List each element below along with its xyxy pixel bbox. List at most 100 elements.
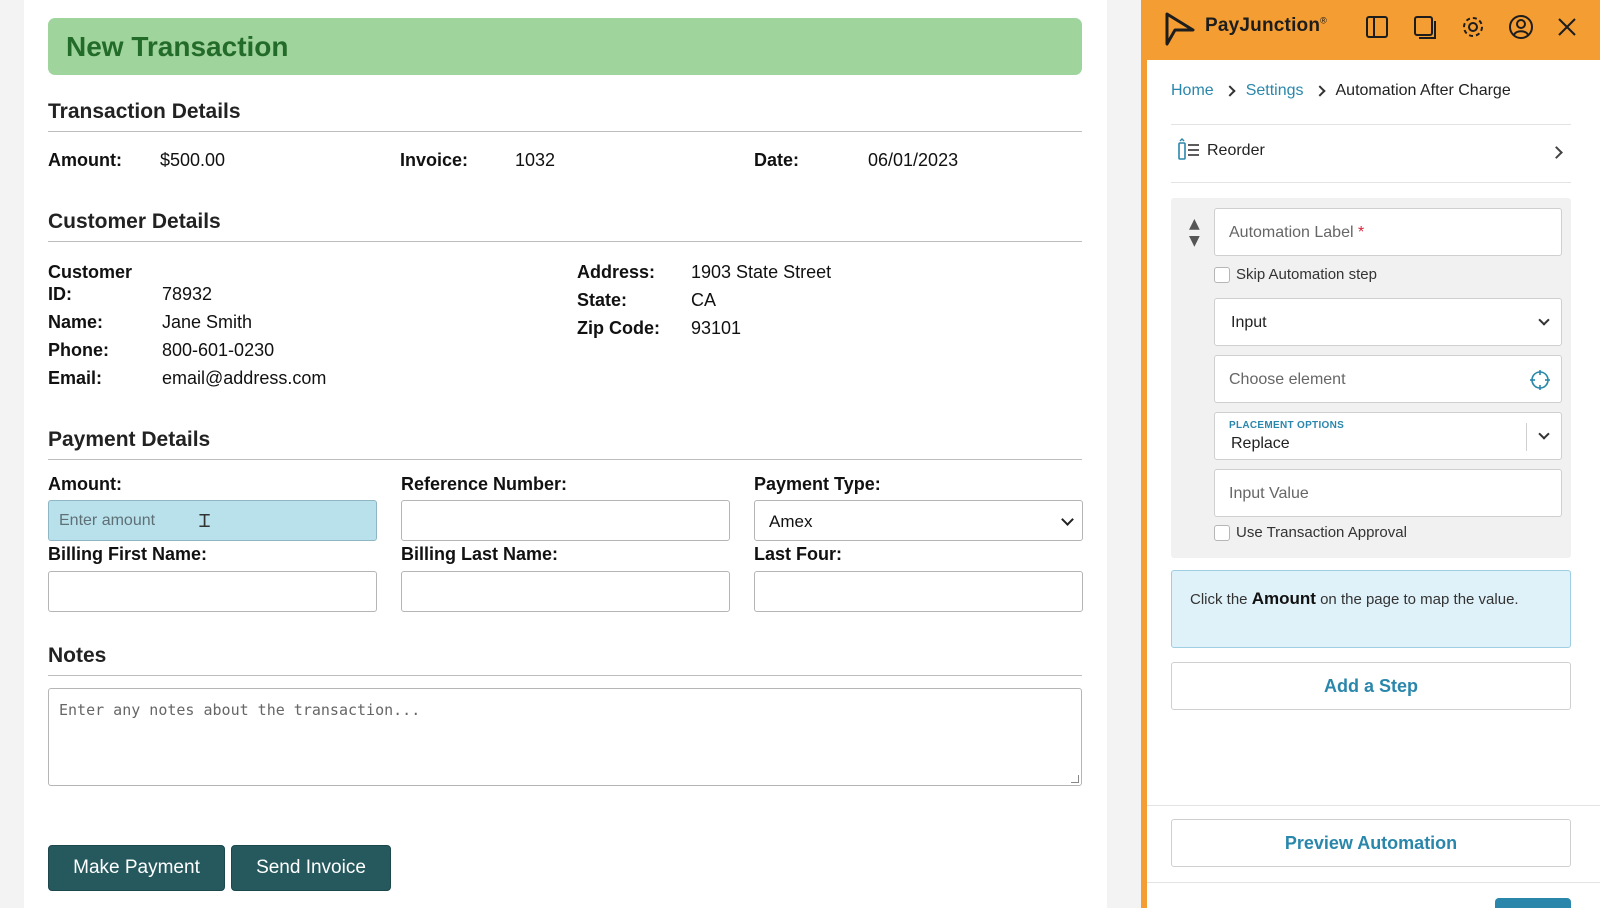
action-type-value: Input bbox=[1231, 314, 1267, 331]
email-value: email@address.com bbox=[162, 368, 327, 388]
email-label: Email: bbox=[48, 368, 103, 388]
user-account-icon[interactable] bbox=[1507, 13, 1535, 41]
address-label: Address: bbox=[577, 262, 656, 282]
date-value: 06/01/2023 bbox=[868, 150, 959, 170]
address-value: 1903 State Street bbox=[691, 262, 832, 282]
billing-last-name-input[interactable] bbox=[401, 571, 730, 612]
resize-handle-icon[interactable] bbox=[1071, 775, 1079, 783]
step-move-arrows: ▲ ▼ bbox=[1189, 216, 1200, 250]
payjunction-logo-icon bbox=[1165, 12, 1195, 46]
billing-first-name-label: Billing First Name: bbox=[48, 544, 208, 564]
zip-value: 93101 bbox=[691, 318, 742, 338]
customer-id-label-line2: ID: bbox=[48, 284, 72, 304]
page-title: New Transaction bbox=[66, 31, 289, 62]
billing-first-name-input[interactable] bbox=[48, 571, 377, 612]
name-label: Name: bbox=[48, 312, 104, 332]
choose-element-placeholder: Choose element bbox=[1229, 371, 1346, 388]
phone-label: Phone: bbox=[48, 340, 109, 360]
payment-type-label: Payment Type: bbox=[754, 474, 881, 494]
text-cursor-icon: Ꮖ bbox=[199, 511, 211, 532]
automation-label-input[interactable]: Automation Label * bbox=[1214, 208, 1562, 256]
last-four-label: Last Four: bbox=[754, 544, 842, 564]
last-four-input[interactable] bbox=[754, 571, 1083, 612]
divider bbox=[1171, 182, 1571, 183]
preview-automation-button[interactable]: Preview Automation bbox=[1171, 819, 1571, 867]
placement-options-label: PLACEMENT OPTIONS bbox=[1229, 420, 1345, 431]
zip-label: Zip Code: bbox=[577, 318, 660, 338]
chevron-right-icon bbox=[1313, 85, 1326, 97]
automation-label-placeholder: Automation Label * bbox=[1229, 224, 1364, 242]
customer-details-heading: Customer Details bbox=[48, 210, 221, 233]
payment-type-value: Amex bbox=[769, 512, 813, 531]
move-up-icon[interactable]: ▲ bbox=[1189, 216, 1200, 233]
payment-amount-label: Amount: bbox=[48, 474, 122, 494]
invoice-value: 1032 bbox=[515, 150, 556, 170]
transaction-approval-checkbox[interactable]: Use Transaction Approval bbox=[1214, 524, 1407, 541]
panel-body: Home Settings Automation After Charge Re… bbox=[1147, 60, 1600, 908]
close-icon[interactable] bbox=[1553, 13, 1581, 41]
popout-window-icon[interactable] bbox=[1411, 13, 1439, 41]
make-payment-button[interactable]: Make Payment bbox=[48, 845, 225, 891]
notes-textarea[interactable]: Enter any notes about the transaction... bbox=[48, 688, 1082, 786]
move-down-icon[interactable]: ▼ bbox=[1189, 233, 1200, 250]
choose-element-input[interactable]: Choose element bbox=[1214, 355, 1562, 403]
gear-icon[interactable] bbox=[1459, 13, 1487, 41]
placement-options-select[interactable]: PLACEMENT OPTIONS Replace bbox=[1214, 412, 1562, 460]
divider bbox=[48, 675, 1082, 676]
panel-header: PayJunction® bbox=[1141, 0, 1600, 60]
reorder-list-icon bbox=[1178, 138, 1199, 160]
notes-heading: Notes bbox=[48, 644, 107, 667]
transaction-amount-value: $500.00 bbox=[160, 150, 226, 170]
invoice-label: Invoice: bbox=[400, 150, 469, 170]
breadcrumb: Home Settings Automation After Charge bbox=[1171, 82, 1511, 100]
checkbox-box[interactable] bbox=[1214, 524, 1230, 541]
reorder-label: Reorder bbox=[1207, 142, 1265, 159]
breadcrumb-current: Automation After Charge bbox=[1335, 82, 1511, 99]
skip-automation-label: Skip Automation step bbox=[1236, 266, 1377, 283]
divider bbox=[48, 459, 1082, 460]
transaction-form: New Transaction Transaction Details Amou… bbox=[24, 0, 1107, 908]
state-value: CA bbox=[691, 290, 717, 310]
name-value: Jane Smith bbox=[162, 312, 253, 332]
action-type-select[interactable]: Input bbox=[1214, 298, 1562, 346]
mapping-hint: Click the Amount on the page to map the … bbox=[1171, 570, 1571, 648]
state-label: State: bbox=[577, 290, 628, 310]
chevron-right-icon bbox=[1550, 146, 1563, 159]
chevron-down-icon bbox=[1538, 314, 1550, 326]
required-mark: * bbox=[1357, 224, 1365, 241]
transaction-details-heading: Transaction Details bbox=[48, 100, 241, 123]
chevron-right-icon bbox=[1224, 85, 1236, 97]
placement-options-value: Replace bbox=[1231, 435, 1290, 452]
send-invoice-button[interactable]: Send Invoice bbox=[231, 845, 391, 891]
divider bbox=[48, 131, 1082, 132]
reorder-row[interactable]: Reorder bbox=[1171, 124, 1571, 180]
input-value-field[interactable]: Input Value bbox=[1214, 469, 1562, 517]
chevron-down-icon bbox=[1061, 513, 1074, 526]
notes-placeholder: Enter any notes about the transaction... bbox=[59, 701, 421, 719]
automation-label-text: Automation Label bbox=[1229, 224, 1354, 241]
select-divider bbox=[1526, 423, 1527, 451]
sidebar-layout-icon[interactable] bbox=[1363, 13, 1391, 41]
brand-name: PayJunction® bbox=[1205, 15, 1327, 37]
primary-action-button[interactable] bbox=[1495, 898, 1571, 908]
transaction-approval-label: Use Transaction Approval bbox=[1236, 524, 1407, 541]
crosshair-target-icon[interactable] bbox=[1529, 369, 1551, 391]
payment-type-select[interactable]: Amex bbox=[754, 500, 1083, 541]
breadcrumb-home[interactable]: Home bbox=[1171, 82, 1214, 100]
date-label: Date: bbox=[754, 150, 800, 170]
add-step-button[interactable]: Add a Step bbox=[1171, 662, 1571, 710]
chevron-down-icon bbox=[1538, 428, 1550, 440]
phone-value: 800-601-0230 bbox=[162, 340, 275, 360]
divider bbox=[1147, 805, 1600, 806]
payment-details-heading: Payment Details bbox=[48, 428, 211, 451]
transaction-amount-label: Amount: bbox=[48, 150, 122, 170]
customer-id-value: 78932 bbox=[162, 284, 213, 304]
skip-automation-checkbox[interactable]: Skip Automation step bbox=[1214, 266, 1377, 283]
amount-input-placeholder: Enter amount bbox=[59, 512, 156, 529]
input-value-placeholder: Input Value bbox=[1229, 485, 1309, 502]
reference-number-input[interactable] bbox=[401, 500, 730, 541]
breadcrumb-settings[interactable]: Settings bbox=[1246, 82, 1304, 100]
payjunction-panel: PayJunction® Home Settings Automation Af… bbox=[1141, 0, 1600, 908]
checkbox-box[interactable] bbox=[1214, 266, 1230, 283]
amount-input[interactable]: Enter amount Ꮖ bbox=[48, 500, 377, 541]
